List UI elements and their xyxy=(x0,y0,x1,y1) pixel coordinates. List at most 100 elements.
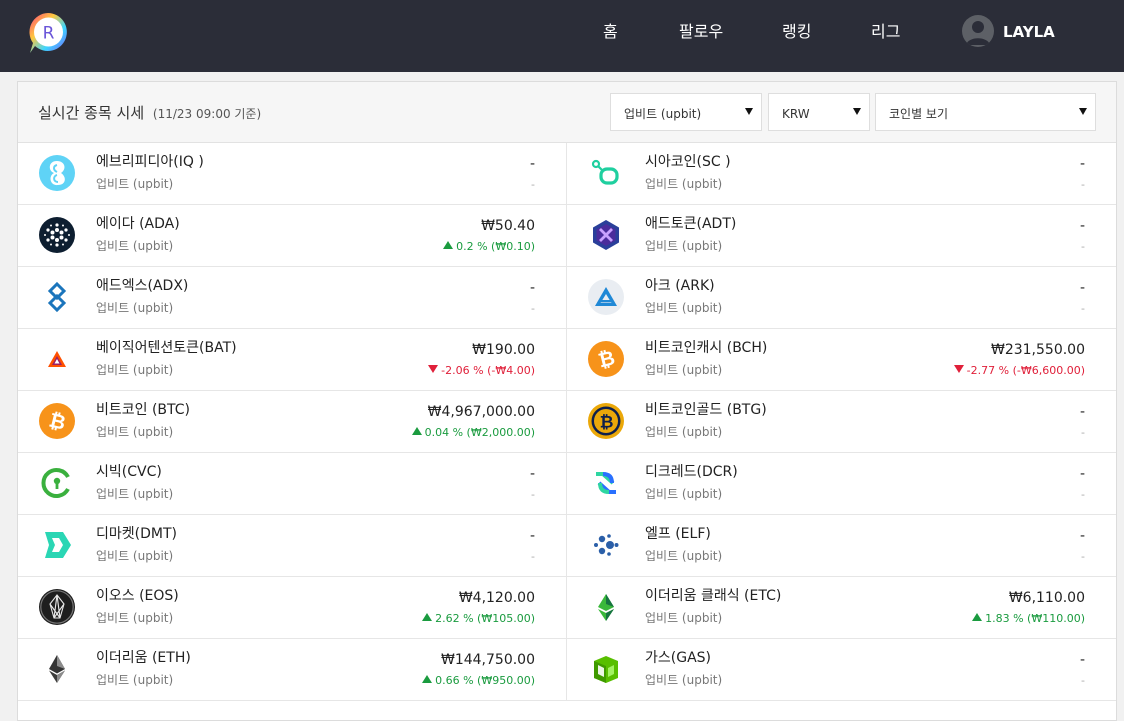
coin-row: 디마켓(DMT) 업비트 (upbit) - - 엘프 (ELF) 업비트 (upbit)… xyxy=(18,515,1116,577)
nav-follow[interactable]: 팔로우 xyxy=(679,22,723,42)
coin-exchange: 업비트 (upbit) xyxy=(96,177,174,191)
adtoken-icon xyxy=(588,217,624,253)
panel-title: 실시간 종목 시세 (11/23 09:00 기준) xyxy=(38,103,261,124)
coin-row: ₿ 비트코인 (BTC) 업비트 (upbit) ₩4,967,000.00 0.04 … xyxy=(18,391,1116,453)
coin-price: - xyxy=(1079,156,1085,172)
coin-name: 에이다 (ADA) xyxy=(96,216,180,232)
coin-change: - xyxy=(531,301,535,317)
coin-change-text: 2.62 % (₩105.00) xyxy=(435,612,535,625)
coin-name: 아크 (ARK) xyxy=(645,278,715,294)
chevron-down-icon xyxy=(745,108,753,115)
user-avatar-icon xyxy=(966,21,990,45)
coin-change-text: - xyxy=(1081,488,1085,501)
exchange-select-value: 업비트 (upbit) xyxy=(624,107,702,121)
exchange-select[interactable]: 업비트 (upbit) xyxy=(610,93,762,131)
coin-item[interactable]: 애드토큰(ADT) 업비트 (upbit) - - xyxy=(567,205,1116,267)
coin-price: - xyxy=(1079,466,1085,482)
coin-change-text: 0.04 % (₩2,000.00) xyxy=(424,426,535,439)
triangle-up-icon xyxy=(422,613,433,621)
coin-change-text: - xyxy=(531,488,535,501)
coin-name: 비트코인골드 (BTG) xyxy=(645,402,767,418)
coin-row: 이더리움 (ETH) 업비트 (upbit) ₩144,750.00 0.66 % (… xyxy=(18,639,1116,701)
coin-item[interactable]: 디마켓(DMT) 업비트 (upbit) - - xyxy=(18,515,567,577)
dmarket-icon xyxy=(39,527,75,563)
coin-name: 디크레드(DCR) xyxy=(645,464,738,480)
coin-price: - xyxy=(1079,404,1085,420)
ark-icon xyxy=(588,279,624,315)
coin-item[interactable]: 가스(GAS) 업비트 (upbit) - - xyxy=(567,639,1116,701)
coin-change: 2.62 % (₩105.00) xyxy=(422,611,535,627)
coin-item[interactable]: 이더리움 (ETH) 업비트 (upbit) ₩144,750.00 0.66 % (… xyxy=(18,639,567,701)
civic-icon xyxy=(39,465,75,501)
siacoin-icon xyxy=(588,155,624,191)
coin-change: - xyxy=(1081,177,1085,193)
coin-price: ₩190.00 xyxy=(472,342,535,358)
coin-item[interactable]: 아크 (ARK) 업비트 (upbit) - - xyxy=(567,267,1116,329)
gas-icon xyxy=(588,651,624,687)
coin-item[interactable]: 에브리피디아(IQ ) 업비트 (upbit) - - xyxy=(18,143,567,205)
coin-item[interactable]: 시아코인(SC ) 업비트 (upbit) - - xyxy=(567,143,1116,205)
coin-item[interactable]: 애드엑스(ADX) 업비트 (upbit) - - xyxy=(18,267,567,329)
username[interactable]: LAYLA xyxy=(1003,22,1055,42)
coin-item[interactable]: 에이다 (ADA) 업비트 (upbit) ₩50.40 0.2 % (₩0.10) xyxy=(18,205,567,267)
coin-price: ₩50.40 xyxy=(481,218,535,234)
coin-change-text: - xyxy=(531,178,535,191)
coin-change: - xyxy=(531,549,535,565)
aelf-icon xyxy=(588,527,624,563)
coin-price: ₩6,110.00 xyxy=(1008,590,1085,606)
coin-item[interactable]: 이더리움 클래식 (ETC) 업비트 (upbit) ₩6,110.00 1.83 %… xyxy=(567,577,1116,639)
view-select[interactable]: 코인별 보기 xyxy=(875,93,1096,131)
triangle-up-icon xyxy=(972,613,983,621)
logo-icon[interactable]: R xyxy=(24,9,72,57)
coin-name: 이오스 (EOS) xyxy=(96,588,179,604)
coin-item[interactable]: ₿ 비트코인캐시 (BCH) 업비트 (upbit) ₩231,550.00 -2.77… xyxy=(567,329,1116,391)
bitcoin-icon: ₿ xyxy=(39,403,75,439)
coin-name: 이더리움 클래식 (ETC) xyxy=(645,588,782,604)
coin-exchange: 업비트 (upbit) xyxy=(96,239,174,253)
coin-name: 베이직어텐션토큰(BAT) xyxy=(96,340,237,356)
coin-item[interactable]: 엘프 (ELF) 업비트 (upbit) - - xyxy=(567,515,1116,577)
coin-change-text: - xyxy=(1081,674,1085,687)
coin-item[interactable]: ₿ 비트코인 (BTC) 업비트 (upbit) ₩4,967,000.00 0.04 … xyxy=(18,391,567,453)
coin-name: 가스(GAS) xyxy=(645,650,711,666)
coin-name: 애드엑스(ADX) xyxy=(96,278,189,294)
coin-exchange: 업비트 (upbit) xyxy=(96,611,174,625)
coin-price: - xyxy=(1079,218,1085,234)
coin-item[interactable]: 시빅(CVC) 업비트 (upbit) - - xyxy=(18,453,567,515)
nav-league[interactable]: 리그 xyxy=(871,22,900,42)
coin-name: 이더리움 (ETH) xyxy=(96,650,191,666)
coin-exchange: 업비트 (upbit) xyxy=(96,425,174,439)
adex-icon xyxy=(39,279,75,315)
coin-change: -2.77 % (-₩6,600.00) xyxy=(953,363,1085,379)
coin-exchange: 업비트 (upbit) xyxy=(645,425,723,439)
coin-item[interactable]: 이오스 (EOS) 업비트 (upbit) ₩4,120.00 2.62 % (₩10… xyxy=(18,577,567,639)
live-prices-panel: 실시간 종목 시세 (11/23 09:00 기준) 업비트 (upbit) K… xyxy=(17,81,1117,721)
coin-change-text: - xyxy=(1081,550,1085,563)
nav-home[interactable]: 홈 xyxy=(603,22,618,42)
coin-change-text: 1.83 % (₩110.00) xyxy=(985,612,1085,625)
triangle-down-icon xyxy=(953,365,964,373)
coin-name: 시아코인(SC ) xyxy=(645,154,731,170)
ethereum-classic-icon xyxy=(588,589,624,625)
coin-item[interactable]: 베이직어텐션토큰(BAT) 업비트 (upbit) ₩190.00 -2.06 % (… xyxy=(18,329,567,391)
coin-price: - xyxy=(529,528,535,544)
coin-change: 1.83 % (₩110.00) xyxy=(972,611,1085,627)
coin-exchange: 업비트 (upbit) xyxy=(645,549,723,563)
nav-ranking[interactable]: 랭킹 xyxy=(782,22,811,42)
triangle-down-icon xyxy=(428,365,439,373)
currency-select[interactable]: KRW xyxy=(768,93,870,131)
avatar[interactable] xyxy=(962,15,994,47)
coin-item[interactable]: 디크레드(DCR) 업비트 (upbit) - - xyxy=(567,453,1116,515)
coin-change: - xyxy=(531,177,535,193)
coin-exchange: 업비트 (upbit) xyxy=(645,301,723,315)
coin-name: 에브리피디아(IQ ) xyxy=(96,154,204,170)
coin-item[interactable]: ₿ 비트코인골드 (BTG) 업비트 (upbit) - - xyxy=(567,391,1116,453)
top-navigation-bar: R 홈 팔로우 랭킹 리그 LAYLA xyxy=(0,0,1124,72)
coin-exchange: 업비트 (upbit) xyxy=(645,611,723,625)
svg-text:₿: ₿ xyxy=(600,413,614,433)
coin-change: -2.06 % (-₩4.00) xyxy=(428,363,535,379)
coin-change-text: - xyxy=(1081,240,1085,253)
svg-text:R: R xyxy=(43,24,55,44)
chevron-down-icon xyxy=(853,108,861,115)
coin-row: 시빅(CVC) 업비트 (upbit) - - 디크레드(DCR) 업비트 (upbit)… xyxy=(18,453,1116,515)
